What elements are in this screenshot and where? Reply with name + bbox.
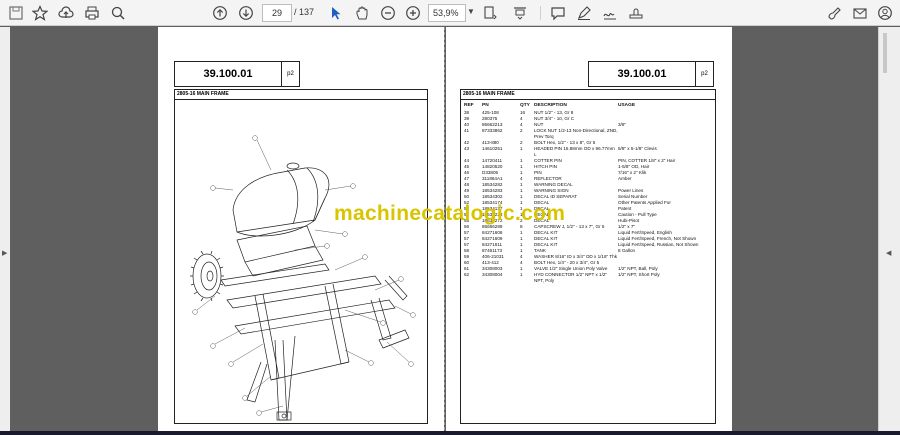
cell-desc: HYD CONNECTOR 1/2" NPT x 1/2" NPT, Poly	[534, 272, 608, 283]
parts-table: REF PN QTY DESCRIPTION USAGE 38 425-108 16…	[464, 100, 714, 284]
section-title: 2805-16 MAIN FRAME	[461, 90, 715, 100]
hand-pan-icon[interactable]	[352, 3, 372, 23]
scrollbar-thumb[interactable]	[883, 33, 887, 73]
left-panel-handle[interactable]: ▶	[0, 27, 10, 435]
table-row: 43 14610251 1 HEADED PIN 15.88mm OD x 96.77…	[464, 146, 714, 158]
zoom-level-input[interactable]: 53,9%	[428, 4, 466, 22]
upload-cloud-icon[interactable]	[56, 3, 76, 23]
expand-left-panel-icon[interactable]: ▶	[2, 249, 7, 257]
cell-pn: 34308004	[482, 272, 503, 277]
cell-usage: 5/8" x 5-1/8" Clevis	[618, 146, 657, 151]
part-number: 39.100.01	[617, 68, 667, 80]
cell-ref: 43	[464, 146, 470, 151]
part-number-box: 39.100.01 p2	[588, 61, 714, 87]
cell-qty: 1	[520, 146, 523, 151]
parts-table-header: REF PN QTY DESCRIPTION USAGE	[464, 100, 714, 110]
print-icon[interactable]	[82, 3, 102, 23]
comment-icon[interactable]	[548, 3, 568, 23]
part-number: 39.100.01	[203, 68, 253, 80]
cell-pn: 14610251	[482, 146, 503, 151]
col-usage: USAGE	[618, 102, 636, 108]
page-number-input[interactable]: 29	[262, 4, 292, 22]
cell-qty: 2	[520, 128, 523, 133]
fit-page-icon[interactable]	[480, 3, 500, 23]
cell-ref: 41	[464, 128, 470, 133]
section-title: 2805-16 MAIN FRAME	[175, 90, 427, 100]
col-ref: REF	[464, 102, 474, 108]
edit-pdf-icon[interactable]	[824, 3, 844, 23]
right-panel-handle[interactable]: ◀	[878, 27, 900, 435]
cell-qty: 1	[520, 272, 523, 277]
cell-desc: LOCK NUT 1/2-13 Non-Directional, ZND, Pr…	[534, 128, 618, 139]
stamp-icon[interactable]	[626, 3, 646, 23]
pdf-page-right: 39.100.01 p2 2805-16 MAIN FRAME REF PN Q…	[446, 27, 732, 435]
diagram-frame: 2805-16 MAIN FRAME	[174, 89, 428, 424]
sign-icon[interactable]	[600, 3, 620, 23]
pdf-toolbar: 29 / 137 53,9% ▼	[0, 0, 900, 26]
expand-right-panel-icon[interactable]: ◀	[886, 249, 891, 257]
highlight-pen-icon[interactable]	[574, 3, 594, 23]
zoom-out-icon[interactable]	[378, 3, 398, 23]
part-number-box: 39.100.01 p2	[174, 61, 300, 87]
cell-usage: 1/2" NPT, Short Poly	[618, 272, 660, 277]
save-icon[interactable]	[6, 3, 26, 23]
select-cursor-icon[interactable]	[326, 3, 346, 23]
scroll-mode-icon[interactable]	[510, 3, 530, 23]
page-tag: p2	[281, 62, 299, 86]
pdf-page-left: 39.100.01 p2 2805-16 MAIN FRAME	[158, 27, 444, 435]
page-up-icon[interactable]	[210, 3, 230, 23]
email-icon[interactable]	[850, 3, 870, 23]
bookmark-star-icon[interactable]	[30, 3, 50, 23]
parts-table-body: 38 425-108 16 NUT 1/2" - 13, Gr 8 39 280375 4 N…	[464, 110, 714, 284]
zoom-search-icon[interactable]	[108, 3, 128, 23]
col-pn: PN	[482, 102, 489, 108]
main-frame-exploded-diagram	[190, 135, 416, 421]
taskbar-strip	[0, 431, 900, 435]
cell-pn: 87333862	[482, 128, 503, 133]
cell-usage	[618, 128, 714, 140]
cell-ref: 62	[464, 272, 470, 277]
page-tag: p2	[695, 62, 713, 86]
page-total: / 137	[294, 7, 315, 17]
watermark-text: machinecatalogic.com	[334, 202, 566, 225]
zoom-dropdown-icon[interactable]: ▼	[467, 7, 475, 16]
zoom-in-icon[interactable]	[403, 3, 423, 23]
col-description: DESCRIPTION	[534, 102, 567, 108]
account-icon[interactable]	[875, 3, 895, 23]
col-qty: QTY	[520, 102, 530, 108]
table-row: 41 87333862 2 LOCK NUT 1/2-13 Non-Direction…	[464, 128, 714, 140]
cell-desc: HEADED PIN 15.88mm OD x 96.77mm L	[534, 146, 615, 157]
table-row: 62 34308004 1 HYD CONNECTOR 1/2" NPT x 1/2"…	[464, 272, 714, 284]
page-down-icon[interactable]	[236, 3, 256, 23]
toolbar-divider	[540, 6, 541, 20]
